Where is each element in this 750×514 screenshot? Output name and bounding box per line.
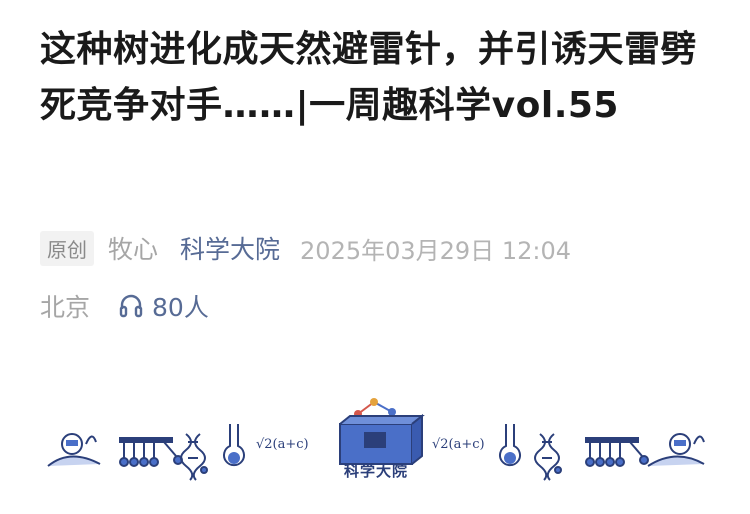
newtons-cradle-right [585, 437, 649, 467]
newtons-cradle-left [119, 437, 183, 467]
ip-location: 北京 [40, 293, 91, 322]
listen-button[interactable]: 80人 [118, 288, 209, 324]
dna-icon-right [534, 433, 562, 481]
astronaut-illustration-right [647, 433, 705, 467]
article-meta-row: 原创 牧心 科学大院 2025年03月29日 12:04 [40, 228, 571, 268]
listen-count: 80人 [152, 293, 209, 322]
original-badge: 原创 [40, 230, 94, 266]
publish-datetime: 2025年03月29日 12:04 [300, 236, 571, 265]
author-name: 牧心 [108, 235, 159, 264]
account-name-link[interactable]: 科学大院 [180, 230, 280, 266]
article-title: 这种树进化成天然避雷针，并引诱天雷劈死竞争对手……|一周趣科学vol.55 [40, 29, 698, 126]
headphones-icon [119, 294, 143, 318]
formula-right: √2(a+c) [432, 437, 485, 452]
logo-brand-text: 科学大院 [343, 462, 408, 480]
dna-icon-left [180, 433, 208, 481]
science-institute-logo [339, 398, 425, 465]
flask-icon-right [499, 424, 521, 467]
astronaut-illustration-left [47, 433, 101, 467]
decorative-banner: √2(a+c) √2(a+c) 科学大院 [40, 396, 710, 492]
formula-left: √2(a+c) [256, 437, 309, 452]
flask-icon-left [223, 424, 245, 467]
article-meta-row-2: 北京 80人 [40, 286, 209, 326]
